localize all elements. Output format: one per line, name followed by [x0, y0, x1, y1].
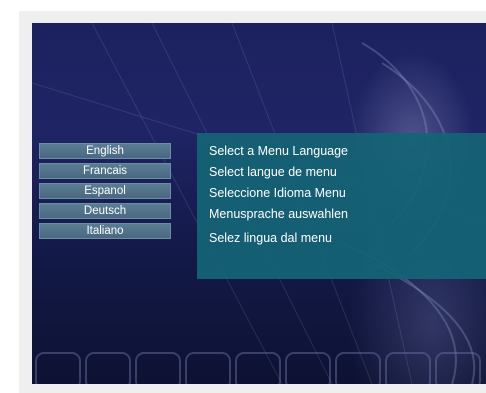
language-button-italiano[interactable]: Italiano — [39, 223, 171, 239]
language-button-deutsch[interactable]: Deutsch — [39, 203, 171, 219]
language-button-english[interactable]: English — [39, 143, 171, 159]
dvd-menu-screen: English Francais Espanol Deutsch Italian… — [32, 23, 486, 384]
language-button-list: English Francais Espanol Deutsch Italian… — [39, 143, 171, 243]
prompt-english: Select a Menu Language — [209, 144, 348, 158]
prompt-italian: Selez lingua dal menu — [209, 231, 332, 245]
language-button-francais[interactable]: Francais — [39, 163, 171, 179]
prompt-german: Menusprache auswahlen — [209, 207, 348, 221]
prompt-spanish: Seleccione Idioma Menu — [209, 186, 346, 200]
prompt-french: Select langue de menu — [209, 165, 337, 179]
language-prompt-panel: Select a Menu Language Select langue de … — [197, 133, 486, 279]
language-button-espanol[interactable]: Espanol — [39, 183, 171, 199]
